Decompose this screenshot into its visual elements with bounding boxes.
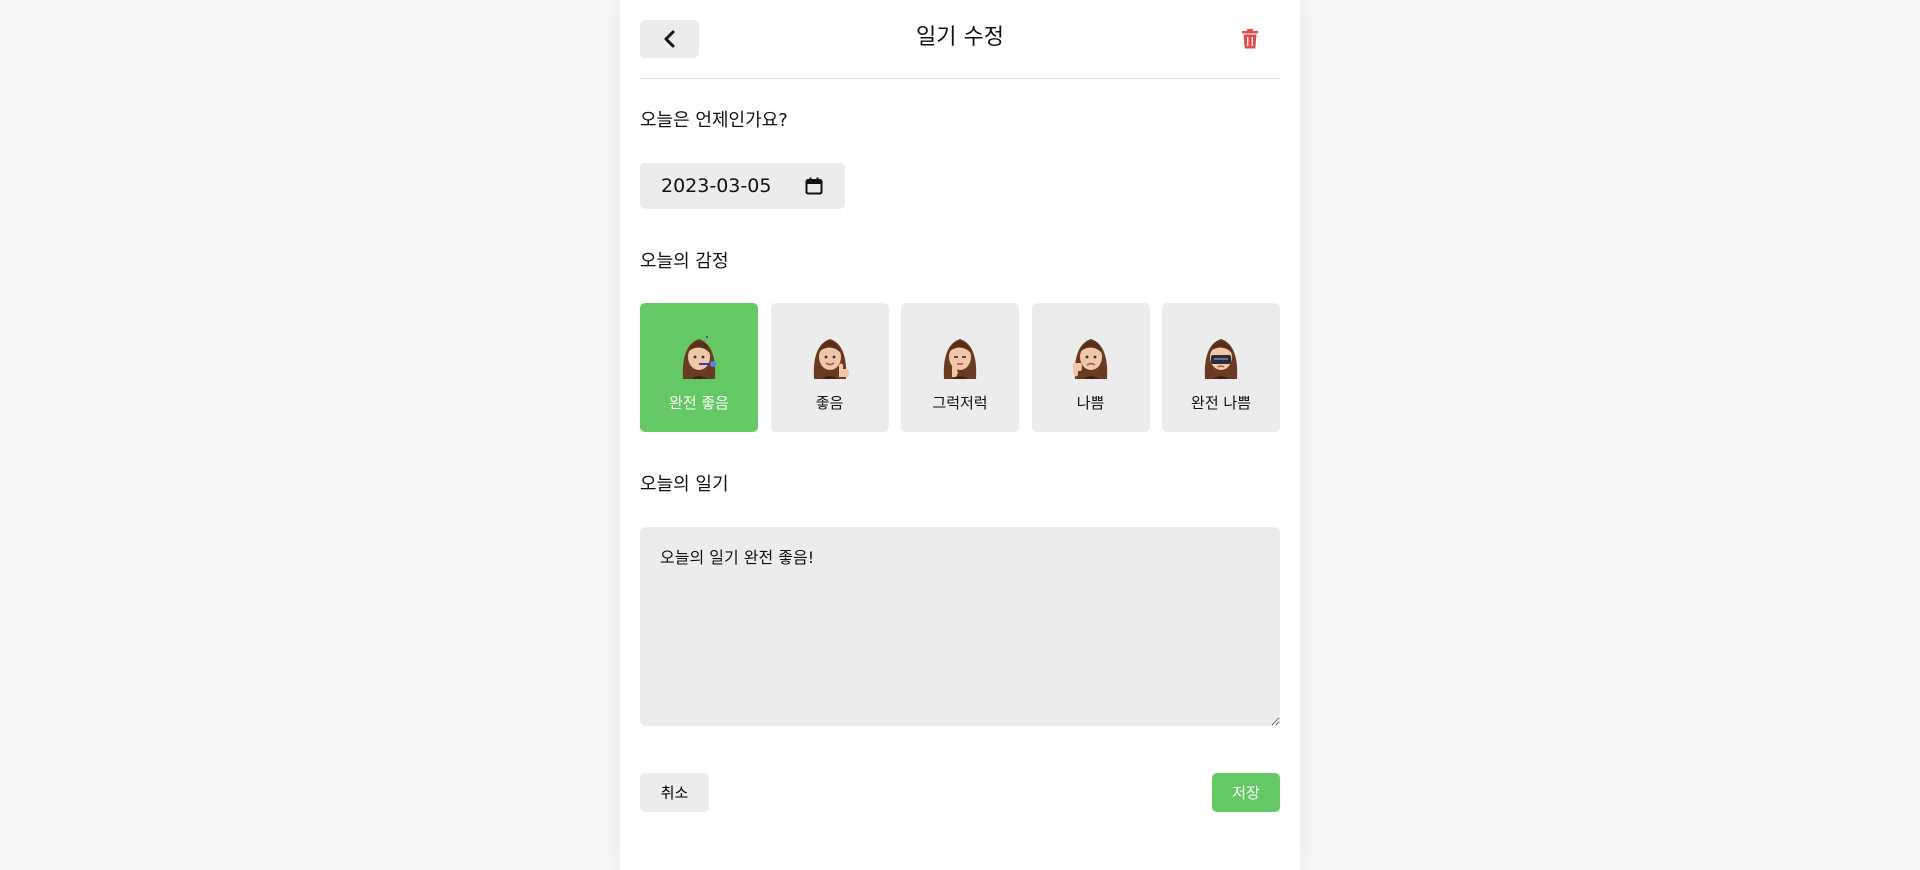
emotion-item-so-so[interactable]: 그럭저럭: [901, 303, 1019, 432]
diary-textarea[interactable]: 오늘의 일기 완전 좋음!: [640, 527, 1280, 726]
emotion-item-very-bad[interactable]: 완전 나쁨: [1162, 303, 1280, 432]
trash-icon: [1242, 29, 1258, 49]
emotion-label: 완전 좋음: [669, 394, 729, 412]
memoji-thinking-icon: [943, 339, 977, 379]
memoji-party-icon: [682, 336, 716, 379]
diary-section-label: 오늘의 일기: [640, 474, 729, 495]
emotion-item-bad[interactable]: 나쁨: [1031, 303, 1150, 432]
emotion-selector: 완전 좋음 좋음 그럭저럭 나쁨 완전 나쁨: [640, 303, 1280, 432]
emotion-label: 나쁨: [1076, 394, 1105, 412]
emotion-item-good[interactable]: 좋음: [770, 303, 889, 432]
save-button[interactable]: 저장: [1212, 773, 1280, 812]
emotion-item-very-good[interactable]: 완전 좋음: [640, 303, 758, 432]
delete-button[interactable]: [1240, 26, 1260, 52]
memoji-crying-icon: [1204, 339, 1238, 379]
page-title: 일기 수정: [916, 25, 1004, 50]
date-section-label: 오늘은 언제인가요?: [640, 110, 788, 131]
emotion-label: 완전 나쁨: [1191, 394, 1251, 412]
emotion-section-label: 오늘의 감정: [640, 251, 729, 272]
emotion-label: 좋음: [815, 394, 844, 412]
cancel-button[interactable]: 취소: [640, 773, 709, 812]
header: 일기 수정: [640, 0, 1280, 79]
calendar-icon[interactable]: [805, 177, 823, 195]
diary-edit-page: 일기 수정 오늘은 언제인가요? 2023-03-05 오늘의 감정 완전 좋음…: [620, 0, 1300, 870]
memoji-thumbs-down-icon: [1072, 339, 1107, 379]
memoji-thumbs-up-icon: [813, 339, 849, 379]
emotion-label: 그럭저럭: [932, 394, 988, 412]
date-input[interactable]: 2023-03-05: [640, 163, 845, 209]
date-value: 2023-03-05: [661, 175, 772, 197]
